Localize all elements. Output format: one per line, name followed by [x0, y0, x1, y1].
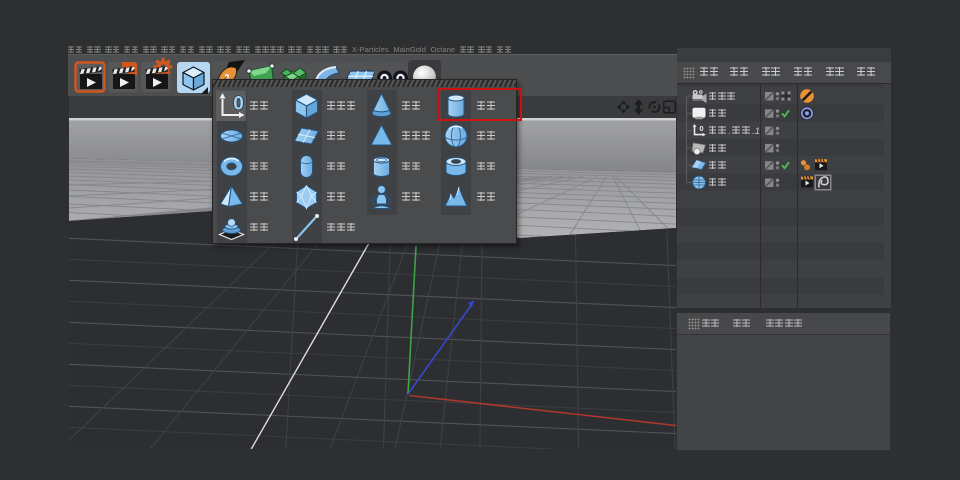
svg-text:0: 0	[699, 124, 703, 133]
